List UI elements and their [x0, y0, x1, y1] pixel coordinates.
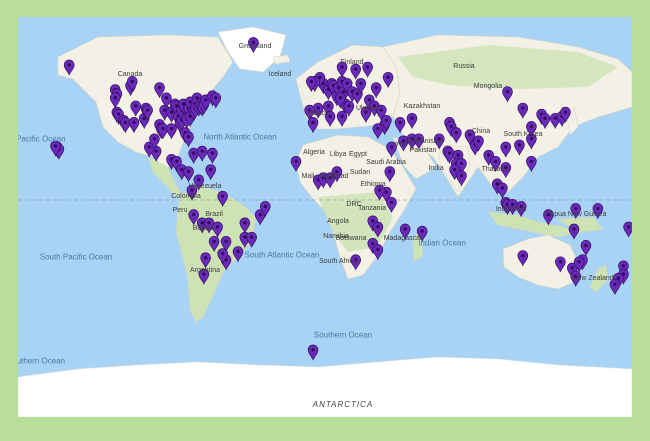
- label-saudi-arabia: Saudi Arabia: [366, 159, 406, 166]
- label-antarctica: ANTARCTICA: [312, 400, 374, 409]
- label-egypt: Egypt: [349, 151, 367, 158]
- label-south-korea: South Korea: [503, 131, 543, 138]
- label-ukraine: Ukraine: [355, 105, 381, 112]
- label-russia: Russia: [453, 63, 475, 70]
- label-india: India: [428, 165, 444, 172]
- world-map[interactable]: North Atlantic Ocean South Atlantic Ocea…: [18, 17, 632, 417]
- label-argentina: Argentina: [190, 267, 220, 274]
- label-afghanistan: Afghanistan: [406, 138, 444, 145]
- label-iran: Iran: [394, 141, 408, 148]
- label-algeria: Algeria: [303, 149, 325, 156]
- label-ethiopia: Ethiopia: [360, 181, 386, 188]
- label-southern-ocean-left: Southern Ocean: [18, 356, 66, 366]
- label-sudan: Sudan: [349, 169, 371, 176]
- label-kazakhstan: Kazakhstan: [403, 103, 441, 110]
- label-new-zealand: New Zealand: [572, 275, 614, 282]
- label-libya: Libya: [329, 151, 347, 158]
- label-papua-new-guinea: Papua New Guinea: [545, 211, 607, 218]
- label-north-pacific-ocean: North Pacific Ocean: [18, 134, 66, 144]
- label-madagascar: Madagascar: [383, 235, 423, 242]
- label-china: China: [471, 128, 491, 135]
- label-south-atlantic-ocean: South Atlantic Ocean: [244, 250, 320, 260]
- label-france: France: [307, 110, 329, 117]
- label-chad: Chad: [331, 173, 349, 180]
- label-canada: Canada: [117, 71, 143, 78]
- label-southern-ocean: Southern Ocean: [313, 330, 373, 340]
- map-canvas: [18, 17, 632, 417]
- label-south-pacific-ocean: South Pacific Ocean: [39, 252, 113, 262]
- label-angola: Angola: [327, 218, 349, 225]
- label-iceland: Iceland: [268, 71, 292, 78]
- label-mali: Mali: [301, 173, 315, 180]
- label-botswana: Botswana: [335, 235, 367, 242]
- label-indian-ocean: Indian Ocean: [418, 238, 466, 248]
- label-venezuela: Venezuela: [188, 183, 222, 190]
- label-north-atlantic-ocean: North Atlantic Ocean: [203, 132, 277, 142]
- label-greenland: Greenland: [238, 43, 272, 50]
- label-brazil: Brazil: [205, 211, 223, 218]
- label-bolivia: Bolivia: [192, 225, 214, 232]
- label-tanzania: Tanzania: [357, 205, 387, 212]
- label-colombia: Colombia: [171, 193, 201, 200]
- label-peru: Peru: [172, 207, 188, 214]
- label-thailand: Thailand: [481, 166, 509, 173]
- label-south-africa: South Africa: [319, 258, 357, 265]
- map-frame: North Atlantic Ocean South Atlantic Ocea…: [0, 0, 650, 441]
- label-finland: Finland: [340, 59, 364, 66]
- label-mongolia: Mongolia: [473, 83, 503, 90]
- label-pakistan: Pakistan: [409, 147, 437, 154]
- label-indonesia: Indonesia: [495, 206, 527, 213]
